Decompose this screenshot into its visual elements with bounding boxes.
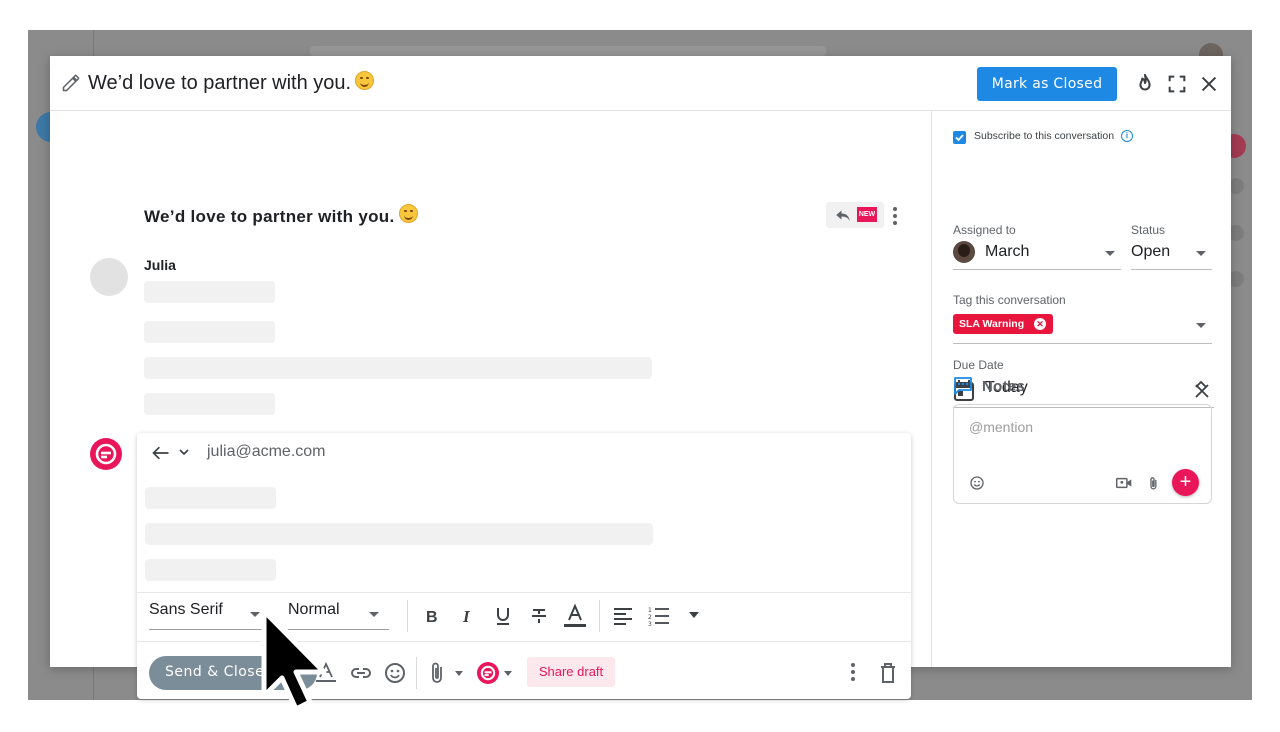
assignee-value: March <box>985 243 1030 260</box>
svg-text:B: B <box>426 609 438 626</box>
background-search-bar <box>310 46 826 56</box>
assigned-to-label: Assigned to <box>953 223 1016 237</box>
due-date-label: Due Date <box>953 358 1004 372</box>
attachment-icon[interactable] <box>428 660 448 686</box>
notes-placeholder: @mention <box>969 419 1034 435</box>
caret-down-icon <box>1105 251 1115 256</box>
reply-button[interactable]: NEW <box>826 202 884 228</box>
link-icon[interactable] <box>349 663 373 683</box>
subscribe-label: Subscribe to this conversation <box>974 130 1115 142</box>
thread-pane: We’d love to partner with you. NEW Julia <box>50 111 931 699</box>
assignee-select[interactable]: March <box>953 237 1121 270</box>
chevron-down-icon[interactable] <box>179 448 189 456</box>
pencil-icon[interactable] <box>61 73 81 93</box>
align-left-icon[interactable] <box>613 606 633 626</box>
toolbar-divider <box>407 600 408 632</box>
checkmark-icon <box>955 134 964 142</box>
modal-title-text: We’d love to partner with you. <box>88 72 352 94</box>
brand-templates-icon[interactable] <box>477 662 499 684</box>
italic-icon[interactable]: I <box>457 606 477 626</box>
status-select[interactable]: Open <box>1131 237 1212 270</box>
more-options-icon[interactable] <box>851 663 855 684</box>
caret-down-icon <box>1196 251 1206 256</box>
add-note-button[interactable]: + <box>1172 469 1199 496</box>
smiley-emoji-icon <box>355 71 375 90</box>
arrow-left-icon[interactable] <box>151 444 171 462</box>
modal-title: We’d love to partner with you. <box>88 71 375 95</box>
recipient-email[interactable]: julia@acme.com <box>207 443 326 461</box>
emoji-icon[interactable] <box>383 661 407 685</box>
fire-icon[interactable] <box>1134 73 1156 95</box>
tag-select[interactable]: SLA Warning ✕ <box>953 308 1212 344</box>
status-value: Open <box>1131 243 1171 260</box>
caret-down-icon <box>369 612 379 617</box>
smiley-emoji-icon <box>398 204 418 223</box>
notes-input[interactable]: @mention + <box>953 404 1212 504</box>
toolbar-divider <box>416 657 417 689</box>
fullscreen-icon[interactable] <box>1166 73 1188 95</box>
message-placeholder-line <box>144 321 275 343</box>
chat-bubble-icon <box>954 377 972 395</box>
draft-placeholder-line <box>145 559 276 581</box>
info-icon[interactable]: i <box>1121 130 1133 142</box>
reply-composer: julia@acme.com Sans Serif Normal B I 1 2… <box>137 433 911 699</box>
conversation-modal: We’d love to partner with you. Mark as C… <box>50 56 1232 699</box>
more-formatting-icon[interactable] <box>689 612 699 618</box>
bold-icon[interactable]: B <box>421 606 441 626</box>
reply-icon <box>836 210 850 221</box>
new-badge: NEW <box>857 207 877 222</box>
caret-down-icon <box>1196 323 1206 328</box>
thread-subject: We’d love to partner with you. <box>144 204 418 227</box>
attachment-menu-caret-icon[interactable] <box>455 671 463 676</box>
close-icon[interactable] <box>1198 73 1220 95</box>
subscribe-checkbox[interactable] <box>953 131 966 144</box>
font-family-value: Sans Serif <box>149 601 223 618</box>
trash-icon[interactable] <box>879 662 897 684</box>
attachment-icon[interactable] <box>1148 475 1160 492</box>
strikethrough-icon[interactable] <box>529 606 549 626</box>
mouse-cursor-icon <box>261 608 327 712</box>
draft-placeholder-line <box>145 523 653 545</box>
conversation-sidebar: Subscribe to this conversation i Assigne… <box>931 111 1232 667</box>
templates-menu-caret-icon[interactable] <box>504 671 512 676</box>
message-placeholder-line <box>144 393 275 415</box>
formatting-toolbar: Sans Serif Normal B I 1 2 3 <box>137 592 911 642</box>
text-color-icon[interactable] <box>563 603 587 629</box>
notes-title: Notes <box>982 378 1026 395</box>
mark-as-closed-button[interactable]: Mark as Closed <box>977 67 1117 101</box>
numbered-list-icon[interactable]: 123 <box>648 606 670 626</box>
underline-icon[interactable] <box>493 605 513 627</box>
tag-text: SLA Warning <box>959 318 1025 330</box>
video-icon[interactable] <box>1116 476 1132 490</box>
emoji-icon[interactable] <box>969 475 985 491</box>
message-placeholder-line <box>144 281 275 303</box>
svg-text:2: 2 <box>648 614 652 621</box>
sender-avatar <box>90 258 128 296</box>
sla-warning-tag[interactable]: SLA Warning ✕ <box>953 314 1053 334</box>
toolbar-divider <box>599 600 600 632</box>
more-options-icon[interactable] <box>893 207 897 228</box>
svg-text:I: I <box>462 607 471 626</box>
brand-logo-icon <box>90 438 122 470</box>
message-placeholder-line <box>144 357 652 379</box>
font-family-select[interactable]: Sans Serif <box>149 601 270 630</box>
draft-placeholder-line <box>145 487 276 509</box>
thread-subject-text: We’d love to partner with you. <box>144 207 395 226</box>
modal-header: We’d love to partner with you. Mark as C… <box>50 56 1231 111</box>
svg-text:3: 3 <box>648 621 652 626</box>
remove-tag-icon[interactable]: ✕ <box>1034 318 1046 330</box>
tag-label: Tag this conversation <box>953 293 1066 307</box>
sender-name: Julia <box>144 257 176 273</box>
chevron-up-icon[interactable] <box>1195 380 1207 388</box>
svg-text:1: 1 <box>648 607 652 614</box>
share-draft-button[interactable]: Share draft <box>527 657 615 687</box>
assignee-avatar <box>953 241 975 263</box>
send-and-close-label: Send & Close <box>165 664 265 680</box>
status-label: Status <box>1131 223 1166 237</box>
